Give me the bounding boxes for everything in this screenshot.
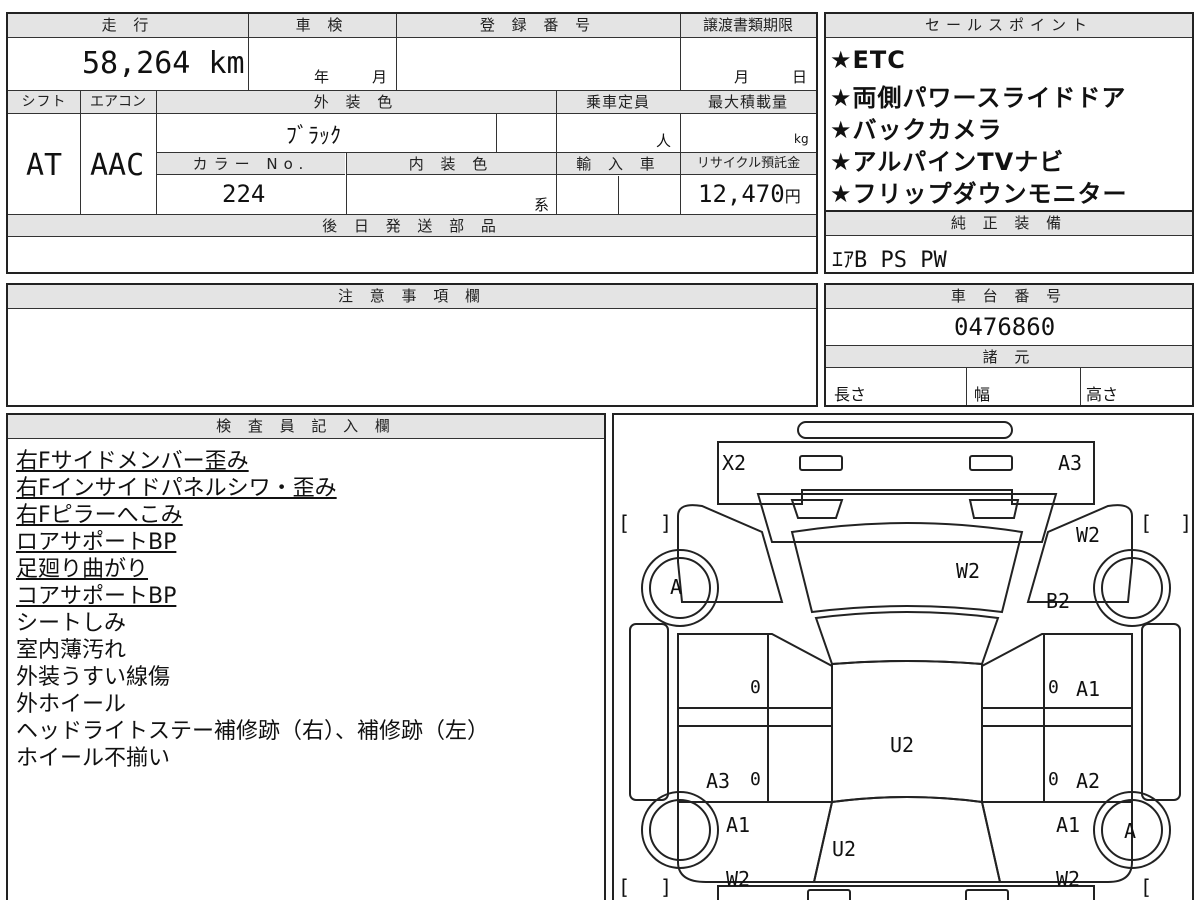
capacity-header: 乗車定員 — [556, 91, 680, 114]
mark-a1-right-mid: A1 — [1076, 677, 1101, 701]
mileage-unit: km — [208, 46, 245, 81]
inspector-note: ホイール不揃い — [16, 746, 171, 771]
mark-x2: X2 — [722, 451, 747, 475]
mark-bracket: [ — [618, 511, 631, 535]
mark-u2-rear: U2 — [832, 837, 857, 861]
vehicle-info-table: 走 行 車 検 登 録 番 号 譲渡書類期限 58,264 km 年 月 月 日… — [6, 12, 818, 274]
sales-points-header: セールスポイント — [826, 14, 1192, 38]
sales-point-item: ★両側パワースライドドア — [830, 84, 1127, 112]
mileage-value: 58,264 km — [82, 46, 245, 81]
mileage-header: 走 行 — [8, 14, 248, 38]
shift-value: AT — [26, 148, 63, 183]
aircon-value: AAC — [90, 148, 145, 183]
chassis-number-header: 車 台 番 号 — [826, 285, 1192, 309]
transfer-month-label: 月 — [734, 68, 750, 86]
mark-a-left-wheel: A — [670, 575, 683, 599]
damage-diagram-box: X2 A3 [ ] [ ] W2 W2 A B2 0 0 A1 U2 A3 0 … — [612, 413, 1194, 900]
length-label: 長さ — [834, 385, 867, 404]
recycle-fee-value: 12,470円 — [698, 180, 801, 208]
inspection-header: 車 検 — [248, 14, 396, 38]
specs-header: 諸 元 — [826, 346, 1192, 368]
mark-bracket: [ — [618, 875, 631, 899]
mark-bracket: ] — [1180, 511, 1193, 535]
notes-box: 注 意 事 項 欄 — [6, 283, 818, 407]
mark-a-right-wheel: A — [1124, 819, 1137, 843]
transfer-day-label: 日 — [792, 68, 808, 86]
original-equipment-box: 純 正 装 備 ｴｱB PS PW — [824, 210, 1194, 274]
recycle-fee-number: 12,470 — [698, 180, 785, 208]
chassis-number-value: 0476860 — [954, 313, 1056, 341]
exterior-color-value: ﾌﾞﾗｯｸ — [286, 124, 342, 149]
inspector-box: 検 査 員 記 入 欄 右Fサイドメンバー歪み 右Fインサイドパネルシワ・歪み … — [6, 413, 606, 900]
inspection-month-label: 月 — [372, 68, 388, 86]
notes-header: 注 意 事 項 欄 — [8, 285, 816, 309]
mark-bracket: [ — [1140, 511, 1153, 535]
inspection-year-label: 年 — [314, 68, 330, 86]
color-no-value: 224 — [222, 180, 266, 208]
sales-point-item: ★ETC — [830, 46, 906, 74]
mark-b2: B2 — [1046, 589, 1071, 613]
height-label: 高さ — [1086, 385, 1119, 404]
mark-w2-right-top: W2 — [1076, 523, 1101, 547]
mark-bracket: [ — [1140, 875, 1153, 899]
width-label: 幅 — [974, 385, 991, 404]
inspector-header: 検 査 員 記 入 欄 — [8, 415, 604, 439]
registration-header: 登 録 番 号 — [396, 14, 680, 38]
mark-bracket: ] — [660, 875, 673, 899]
recycle-fee-header: リサイクル預託金 — [681, 153, 816, 175]
aircon-header: エアコン — [80, 91, 156, 114]
interior-color-header: 内 装 色 — [346, 153, 556, 175]
original-equipment-header: 純 正 装 備 — [826, 212, 1192, 236]
recycle-fee-unit: 円 — [784, 187, 801, 206]
exterior-color-header: 外 装 色 — [156, 91, 556, 114]
mark-a2-right-low: A2 — [1076, 769, 1101, 793]
transfer-deadline-header: 譲渡書類期限 — [680, 14, 816, 38]
imported-header: 輸 入 車 — [557, 153, 680, 175]
sales-points-box: セールスポイント ★ETC ★両側パワースライドドア ★バックカメラ ★アルパイ… — [824, 12, 1194, 212]
mark-zero-right-low: 0 — [1048, 769, 1059, 790]
max-load-unit: kg — [794, 132, 809, 146]
original-equipment-value: ｴｱB PS PW — [832, 248, 947, 273]
mark-a3-left-low: A3 — [706, 769, 731, 793]
interior-color-unit: 系 — [534, 196, 550, 214]
shift-header: シフト — [8, 91, 80, 114]
sales-point-item: ★フリップダウンモニター — [830, 180, 1128, 208]
mark-u2-center: U2 — [890, 733, 915, 757]
mark-zero-left-low: 0 — [750, 769, 761, 790]
max-load-header: 最大積載量 — [680, 91, 816, 114]
mark-a3-top: A3 — [1058, 451, 1083, 475]
sales-point-item: ★アルパインTVナビ — [830, 148, 1065, 176]
color-no-header: カラー No. — [157, 153, 345, 175]
car-diagram — [629, 421, 1181, 900]
mark-zero-left-mid: 0 — [750, 677, 761, 698]
mark-w2-right-bottom: W2 — [1056, 867, 1081, 891]
mark-zero-right-mid: 0 — [1048, 677, 1059, 698]
mark-a1-left-low: A1 — [726, 813, 751, 837]
mark-w2-roof: W2 — [956, 559, 981, 583]
chassis-box: 車 台 番 号 0476860 諸 元 長さ 幅 高さ — [824, 283, 1194, 407]
mark-w2-left-bottom: W2 — [726, 867, 751, 891]
mark-bracket: ] — [660, 511, 673, 535]
mark-a1-right-low: A1 — [1056, 813, 1081, 837]
capacity-unit: 人 — [656, 132, 672, 150]
mileage-number: 58,264 — [82, 46, 191, 81]
sales-point-item: ★バックカメラ — [830, 116, 1003, 144]
later-parts-header: 後 日 発 送 部 品 — [8, 215, 816, 237]
